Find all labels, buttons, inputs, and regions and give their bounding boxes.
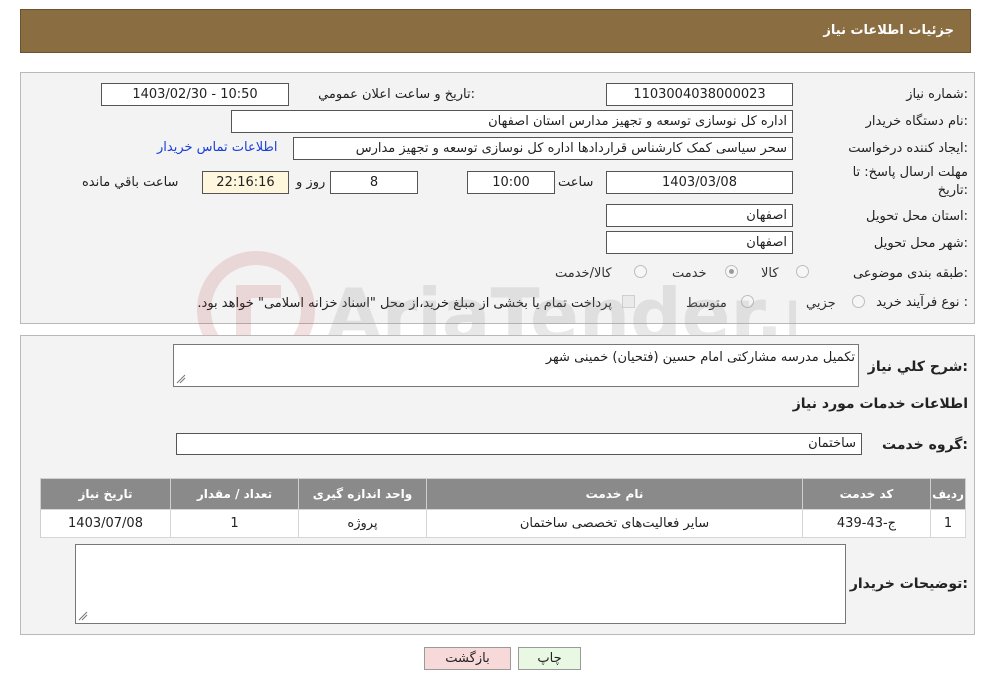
need-number-label: شماره نیاز:	[906, 87, 968, 102]
category-radio-goods-service[interactable]	[634, 265, 647, 278]
remaining-label: ساعت باقي مانده	[82, 175, 179, 190]
description-label: شرح کلي نياز:	[867, 359, 968, 375]
table-cell-quantity: 1	[171, 509, 299, 538]
deadline-time-label: ساعت	[558, 175, 594, 190]
process-option-minor: جزیي	[806, 296, 836, 311]
process-radio-minor[interactable]	[852, 295, 865, 308]
category-option-service: خدمت	[672, 266, 707, 281]
deadline-date-field: 1403/03/08	[606, 171, 793, 194]
service-group-label: گروه خدمت:	[882, 437, 968, 453]
table-cell-unit: پروژه	[299, 509, 427, 538]
table-cell-need-date: 1403/07/08	[41, 509, 171, 538]
description-text: تکمیل مدرسه مشارکتی امام حسین (فتحیان) خ…	[545, 350, 855, 365]
category-radio-service[interactable]	[725, 265, 738, 278]
services-table: رديف کد خدمت نام خدمت واحد اندازه گیری ت…	[40, 478, 966, 538]
col-header-service-name: نام خدمت	[427, 479, 803, 510]
col-header-row-number: رديف	[931, 479, 966, 510]
city-field: اصفهان	[606, 231, 793, 254]
remaining-time-field: 22:16:16	[202, 171, 289, 194]
col-header-unit: واحد اندازه گیری	[299, 479, 427, 510]
col-header-service-code: کد خدمت	[803, 479, 931, 510]
table-cell-service-name: سایر فعالیت‌های تخصصی ساختمان	[427, 509, 803, 538]
category-option-goods: کالا	[761, 266, 779, 281]
category-label: طبقه بندی موضوعی:	[852, 266, 968, 281]
announce-datetime-field: 1403/02/30 - 10:50	[101, 83, 289, 106]
need-number-field: 1103004038000023	[606, 83, 793, 106]
deadline-time-field: 10:00	[467, 171, 555, 194]
creator-field: سحر سیاسی کمک کارشناس قراردادها اداره کل…	[293, 137, 793, 160]
announce-datetime-label: تاریخ و ساعت اعلان عمومي:	[318, 87, 475, 102]
province-label: استان محل تحویل:	[866, 209, 968, 224]
page-title: جزئیات اطلاعات نیاز	[823, 23, 954, 38]
table-cell-row-number: 1	[931, 509, 966, 538]
service-group-field: ساختمان	[176, 433, 862, 455]
services-section-title: اطلاعات خدمات مورد نياز	[792, 396, 968, 412]
category-option-goods-service: کالا/خدمت	[555, 266, 612, 281]
page-header: جزئیات اطلاعات نیاز	[20, 9, 971, 53]
buyer-org-label: نام دستگاه خريدار:	[865, 114, 968, 129]
buyer-notes-field	[75, 544, 846, 624]
deadline-label-line2: تاریخ:	[937, 183, 968, 198]
resize-grip-icon[interactable]	[78, 611, 88, 621]
resize-grip-icon[interactable]	[176, 374, 186, 384]
print-button[interactable]: چاپ	[518, 647, 581, 670]
process-type-label: نوع فرآیند خرید :	[876, 295, 968, 310]
category-radio-goods[interactable]	[796, 265, 809, 278]
remaining-days-field: 8	[330, 171, 418, 194]
treasury-payment-note: پرداخت تمام یا بخشی از مبلغ خرید،از محل …	[197, 296, 612, 311]
description-field: تکمیل مدرسه مشارکتی امام حسین (فتحیان) خ…	[173, 344, 859, 387]
buyer-org-field: اداره کل نوسازی توسعه و تجهیز مدارس استا…	[231, 110, 793, 133]
buyer-contact-link[interactable]: اطلاعات تماس خریدار	[157, 140, 277, 155]
buyer-notes-text	[76, 545, 845, 553]
col-header-need-date: تاریخ نیاز	[41, 479, 171, 510]
days-label: روز و	[296, 175, 326, 190]
col-header-quantity: تعداد / مقدار	[171, 479, 299, 510]
creator-label: ایجاد کننده درخواست:	[848, 141, 968, 156]
table-cell-service-code: ج-43-439	[803, 509, 931, 538]
province-field: اصفهان	[606, 204, 793, 227]
treasury-payment-checkbox[interactable]	[622, 295, 635, 308]
deadline-label: مهلت ارسال پاسخ: تا	[852, 165, 968, 180]
buyer-notes-label: توضیحات خریدار:	[849, 576, 968, 592]
back-button[interactable]: بازگشت	[424, 647, 511, 670]
process-option-medium: متوسط	[686, 296, 727, 311]
process-radio-medium[interactable]	[741, 295, 754, 308]
city-label: شهر محل تحویل:	[873, 236, 968, 251]
